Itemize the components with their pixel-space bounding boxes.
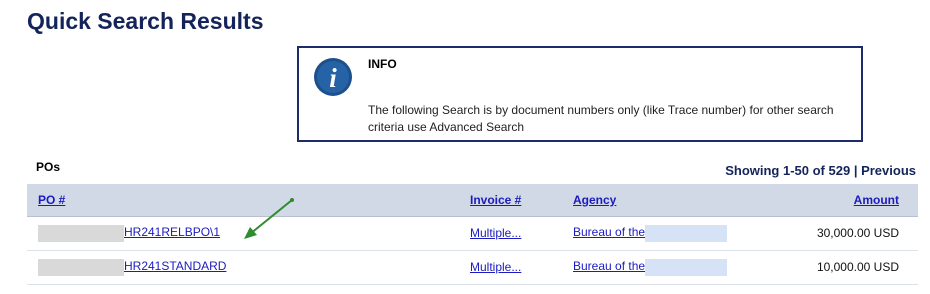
table-row: HR241STANDARD Multiple... Bureau of the … (27, 250, 918, 285)
table-row: HR241RELBPO\1 Multiple... Bureau of the … (27, 216, 918, 251)
amount-cell: 30,000.00 USD (769, 216, 918, 251)
agency-cell: Bureau of the (573, 250, 769, 285)
po-link[interactable]: HR241RELBPO\1 (38, 224, 221, 242)
sort-invoice-link[interactable]: Invoice # (470, 193, 521, 207)
column-header-agency: Agency (573, 184, 769, 217)
invoice-cell: Multiple... (470, 216, 573, 251)
results-table: PO # Invoice # Agency Amount HR241RELBPO… (27, 184, 918, 285)
po-cell: HR241STANDARD (27, 250, 470, 285)
redacted-text (38, 224, 124, 242)
info-box: i INFO The following Search is by docume… (297, 46, 863, 142)
info-heading: INFO (368, 57, 397, 71)
column-header-amount: Amount (769, 184, 918, 217)
pager: Showing 1-50 of 529 | Previous (725, 163, 916, 178)
invoice-link[interactable]: Multiple... (470, 260, 521, 274)
sort-amount-link[interactable]: Amount (854, 193, 899, 207)
po-link-text: HR241RELBPO\1 (124, 225, 221, 240)
agency-cell: Bureau of the (573, 216, 769, 251)
redacted-text (645, 224, 728, 242)
svg-text:i: i (329, 63, 337, 93)
sort-agency-link[interactable]: Agency (573, 193, 616, 207)
previous-page-link[interactable]: Previous (861, 163, 916, 178)
agency-link-text: Bureau of the (573, 259, 646, 274)
column-header-invoice: Invoice # (470, 184, 573, 217)
po-link-text: HR241STANDARD (124, 259, 227, 274)
agency-link[interactable]: Bureau of the (573, 224, 728, 242)
section-label: POs (36, 160, 61, 174)
amount-cell: 10,000.00 USD (769, 250, 918, 285)
agency-link-text: Bureau of the (573, 225, 646, 240)
info-message: The following Search is by document numb… (368, 103, 834, 134)
pager-separator: | (850, 163, 862, 178)
page-title: Quick Search Results (27, 8, 264, 34)
invoice-cell: Multiple... (470, 250, 573, 285)
table-header-row: PO # Invoice # Agency Amount (27, 184, 918, 217)
info-icon: i (314, 58, 352, 96)
po-cell: HR241RELBPO\1 (27, 216, 470, 251)
column-header-po: PO # (27, 184, 470, 217)
redacted-text (38, 258, 124, 276)
invoice-link[interactable]: Multiple... (470, 226, 521, 240)
sort-po-link[interactable]: PO # (38, 193, 65, 207)
agency-link[interactable]: Bureau of the (573, 258, 728, 276)
pager-showing: Showing 1-50 of 529 (725, 163, 851, 178)
po-link[interactable]: HR241STANDARD (38, 258, 227, 276)
redacted-text (645, 258, 728, 276)
